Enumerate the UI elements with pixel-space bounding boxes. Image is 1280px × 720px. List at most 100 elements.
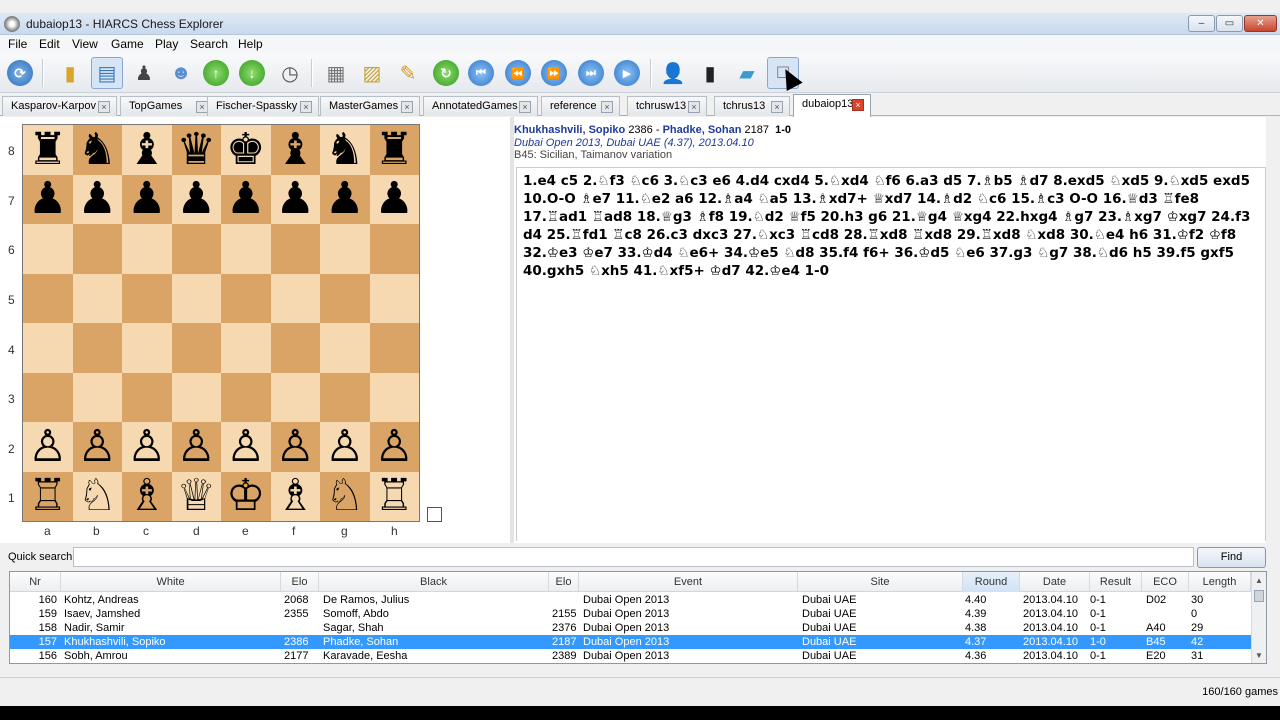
chess-piece[interactable]: ♟ xyxy=(78,177,117,221)
chess-piece[interactable]: ♖ xyxy=(375,474,414,518)
close-icon[interactable]: × xyxy=(300,101,312,113)
col-header-event[interactable]: Event xyxy=(579,572,798,592)
menu-view[interactable]: View xyxy=(72,37,98,51)
table-row[interactable]: 160 Kohtz, Andreas 2068 De Ramos, Julius Dub… xyxy=(10,593,1251,607)
flip-board-checkbox[interactable] xyxy=(427,507,442,522)
download-icon[interactable]: ↓ xyxy=(236,57,268,89)
player-photo-icon[interactable]: 👤 xyxy=(657,57,689,89)
menu-file[interactable]: File xyxy=(8,37,27,51)
board-square-d2[interactable]: ♙ xyxy=(171,422,221,472)
book-icon[interactable]: ▰ xyxy=(731,57,763,89)
board-square-g8[interactable]: ♞ xyxy=(320,125,370,175)
board-square-d1[interactable]: ♕ xyxy=(171,471,221,521)
col-header-black-elo[interactable]: Elo xyxy=(549,572,579,592)
board-square-c7[interactable]: ♟ xyxy=(122,174,172,224)
board-square-f4[interactable] xyxy=(270,323,320,373)
board-square-e5[interactable] xyxy=(221,273,271,323)
col-header-eco[interactable]: ECO xyxy=(1142,572,1189,592)
chess-piece[interactable]: ♙ xyxy=(375,424,414,469)
board-square-f2[interactable]: ♙ xyxy=(270,422,320,472)
board-square-f5[interactable] xyxy=(270,273,320,323)
chess-piece[interactable]: ♟ xyxy=(325,177,364,221)
close-icon[interactable]: × xyxy=(688,101,700,113)
table-row[interactable]: 159 Isaev, Jamshed 2355 Somoff, Abdo 2155 Dub… xyxy=(10,607,1251,621)
chess-piece[interactable]: ♘ xyxy=(78,474,117,518)
tab-topgames[interactable]: TopGames × xyxy=(120,96,215,116)
close-icon[interactable]: × xyxy=(519,101,531,113)
board-square-f1[interactable]: ♗ xyxy=(270,471,320,521)
board-square-f6[interactable] xyxy=(270,224,320,274)
chess-piece[interactable]: ♗ xyxy=(127,474,166,518)
engine-tower-icon[interactable]: ▮ xyxy=(694,57,726,89)
close-icon[interactable]: × xyxy=(601,101,613,113)
board-square-b8[interactable]: ♞ xyxy=(72,125,122,175)
board-square-g1[interactable]: ♘ xyxy=(320,471,370,521)
prev-move-icon[interactable]: ⏪ xyxy=(502,57,534,89)
close-icon[interactable]: × xyxy=(401,101,413,113)
board-square-a6[interactable] xyxy=(23,224,73,274)
board-square-a4[interactable] xyxy=(23,323,73,373)
tab-kasparov-karpov[interactable]: Kasparov-Karpov × xyxy=(2,96,117,116)
col-header-nr[interactable]: Nr xyxy=(10,572,61,592)
board-square-f8[interactable]: ♝ xyxy=(270,125,320,175)
upload-icon[interactable]: ↑ xyxy=(200,57,232,89)
board-square-f7[interactable]: ♟ xyxy=(270,174,320,224)
board-square-b6[interactable] xyxy=(72,224,122,274)
board-square-d8[interactable]: ♛ xyxy=(171,125,221,175)
board-square-e6[interactable] xyxy=(221,224,271,274)
col-header-length[interactable]: Length xyxy=(1189,572,1251,592)
chess-piece[interactable]: ♝ xyxy=(276,127,315,172)
board-square-h1[interactable]: ♖ xyxy=(369,471,419,521)
board-square-d6[interactable] xyxy=(171,224,221,274)
notepad-icon[interactable]: ✎ xyxy=(392,57,424,89)
board-square-b2[interactable]: ♙ xyxy=(72,422,122,472)
clock-icon[interactable]: ◷ xyxy=(274,57,306,89)
tab-fischer-spassky[interactable]: Fischer-Spassky × xyxy=(207,96,319,116)
board-square-b5[interactable] xyxy=(72,273,122,323)
close-icon[interactable]: × xyxy=(852,99,864,111)
table-row[interactable]: 158 Nadir, Samir Sagar, Shah 2376 Dubai Open… xyxy=(10,621,1251,635)
minimize-button[interactable]: – xyxy=(1188,15,1215,32)
opponents-icon[interactable]: ☻ xyxy=(165,57,197,89)
board-square-e1[interactable]: ♔ xyxy=(221,471,271,521)
board-square-c1[interactable]: ♗ xyxy=(122,471,172,521)
tab-annotatedgames[interactable]: AnnotatedGames × xyxy=(423,96,538,116)
menu-play[interactable]: Play xyxy=(155,37,178,51)
col-header-date[interactable]: Date xyxy=(1020,572,1090,592)
board-square-h6[interactable] xyxy=(369,224,419,274)
chess-piece[interactable]: ♟ xyxy=(28,177,67,221)
board-square-g6[interactable] xyxy=(320,224,370,274)
tab-reference[interactable]: reference × xyxy=(541,96,620,116)
board-square-h5[interactable] xyxy=(369,273,419,323)
find-button[interactable]: Find xyxy=(1197,547,1266,568)
board-square-h8[interactable]: ♜ xyxy=(369,125,419,175)
board-icon[interactable]: ▦ xyxy=(320,57,352,89)
chess-piece[interactable]: ♟ xyxy=(226,177,265,221)
play-icon[interactable]: ▶ xyxy=(611,57,643,89)
chess-piece[interactable]: ♜ xyxy=(375,127,414,172)
chess-piece[interactable]: ♙ xyxy=(127,424,166,469)
board-square-g4[interactable] xyxy=(320,323,370,373)
chess-piece[interactable]: ♙ xyxy=(276,424,315,469)
refresh-icon[interactable]: ⟳ xyxy=(4,57,36,89)
chess-piece[interactable]: ♟ xyxy=(177,177,216,221)
engine-icon[interactable]: ↻ xyxy=(430,57,462,89)
chess-piece[interactable]: ♙ xyxy=(177,424,216,469)
board-square-g2[interactable]: ♙ xyxy=(320,422,370,472)
board-square-e8[interactable]: ♚ xyxy=(221,125,271,175)
board-square-d4[interactable] xyxy=(171,323,221,373)
board-square-d5[interactable] xyxy=(171,273,221,323)
chess-board[interactable]: ♜ ♞ ♝ ♛ ♚ ♝ ♞ ♜ ♟ ♟ ♟ ♟ ♟ ♟ ♟ ♟ ♙ ♙ ♙ ♙ ♙ ♙ ♙ ♙ ♖ ♘ ♗ ♕ ♔ ♗ ♘ ♖ xyxy=(22,124,420,522)
board-square-c6[interactable] xyxy=(122,224,172,274)
board-square-b7[interactable]: ♟ xyxy=(72,174,122,224)
chess-piece[interactable]: ♗ xyxy=(276,474,315,518)
move-list[interactable]: 1.e4 c5 2.♘f3 ♘c6 3.♘c3 e6 4.d4 cxd4 5.♘… xyxy=(516,167,1266,541)
board-square-e2[interactable]: ♙ xyxy=(221,422,271,472)
chess-piece[interactable]: ♕ xyxy=(177,474,216,518)
chess-piece[interactable]: ♝ xyxy=(127,127,166,172)
tab-tchrusw13[interactable]: tchrusw13 × xyxy=(627,96,707,116)
next-move-icon[interactable]: ⏩ xyxy=(538,57,570,89)
board-square-e7[interactable]: ♟ xyxy=(221,174,271,224)
chess-piece[interactable]: ♟ xyxy=(375,177,414,221)
board-square-a1[interactable]: ♖ xyxy=(23,471,73,521)
